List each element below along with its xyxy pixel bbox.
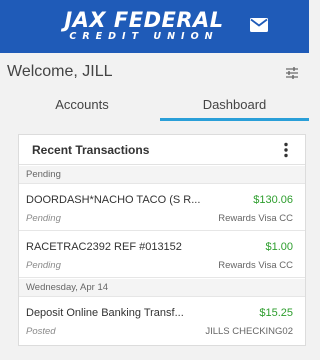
tab-bar: Accounts Dashboard xyxy=(0,93,309,121)
transaction-name: DOORDASH*NACHO TACO (S R... xyxy=(26,194,201,206)
settings-button[interactable] xyxy=(284,65,300,81)
more-options-button[interactable] xyxy=(279,141,293,159)
transaction-amount: $1.00 xyxy=(265,241,293,253)
tab-accounts[interactable]: Accounts xyxy=(10,93,154,121)
section-header-pending: Pending xyxy=(19,166,305,184)
section-label: Wednesday, Apr 14 xyxy=(26,282,109,293)
card-header: Recent Transactions xyxy=(19,135,305,165)
card-title: Recent Transactions xyxy=(32,143,150,157)
app-header: JAX FEDERAL CREDIT UNION xyxy=(0,0,309,53)
jax-federal-logo: JAX FEDERAL CREDIT UNION xyxy=(64,9,224,45)
tab-dashboard[interactable]: Dashboard xyxy=(160,93,309,121)
transaction-row[interactable]: RACETRAC2392 REF #013152 $1.00 Pending R… xyxy=(19,232,305,278)
logo-subtitle: CREDIT UNION xyxy=(69,31,219,42)
more-vertical-icon xyxy=(284,142,288,158)
transaction-name: Deposit Online Banking Transf... xyxy=(26,307,184,319)
section-header-date: Wednesday, Apr 14 xyxy=(19,279,305,297)
mail-icon xyxy=(250,18,268,32)
welcome-message: Welcome, JILL xyxy=(7,63,113,80)
transaction-status: Pending xyxy=(26,213,61,224)
transaction-row[interactable]: DOORDASH*NACHO TACO (S R... $130.06 Pend… xyxy=(19,185,305,231)
transaction-status: Posted xyxy=(26,326,56,337)
active-tab-indicator xyxy=(160,118,309,121)
mail-button[interactable] xyxy=(248,14,270,36)
logo-wordmark: JAX FEDERAL xyxy=(64,8,224,32)
sliders-icon xyxy=(286,67,298,79)
transaction-row[interactable]: Deposit Online Banking Transf... $15.25 … xyxy=(19,298,305,344)
section-label: Pending xyxy=(26,169,61,180)
recent-transactions-card: Recent Transactions Pending DOORDASH*NAC… xyxy=(18,134,306,346)
transaction-amount: $15.25 xyxy=(259,307,293,319)
transaction-name: RACETRAC2392 REF #013152 xyxy=(26,241,182,253)
transaction-account: JILLS CHECKING02 xyxy=(205,326,293,337)
welcome-bar: Welcome, JILL xyxy=(0,53,309,93)
transaction-status: Pending xyxy=(26,260,61,271)
transaction-account: Rewards Visa CC xyxy=(218,213,293,224)
transaction-account: Rewards Visa CC xyxy=(218,260,293,271)
transaction-amount: $130.06 xyxy=(253,194,293,206)
